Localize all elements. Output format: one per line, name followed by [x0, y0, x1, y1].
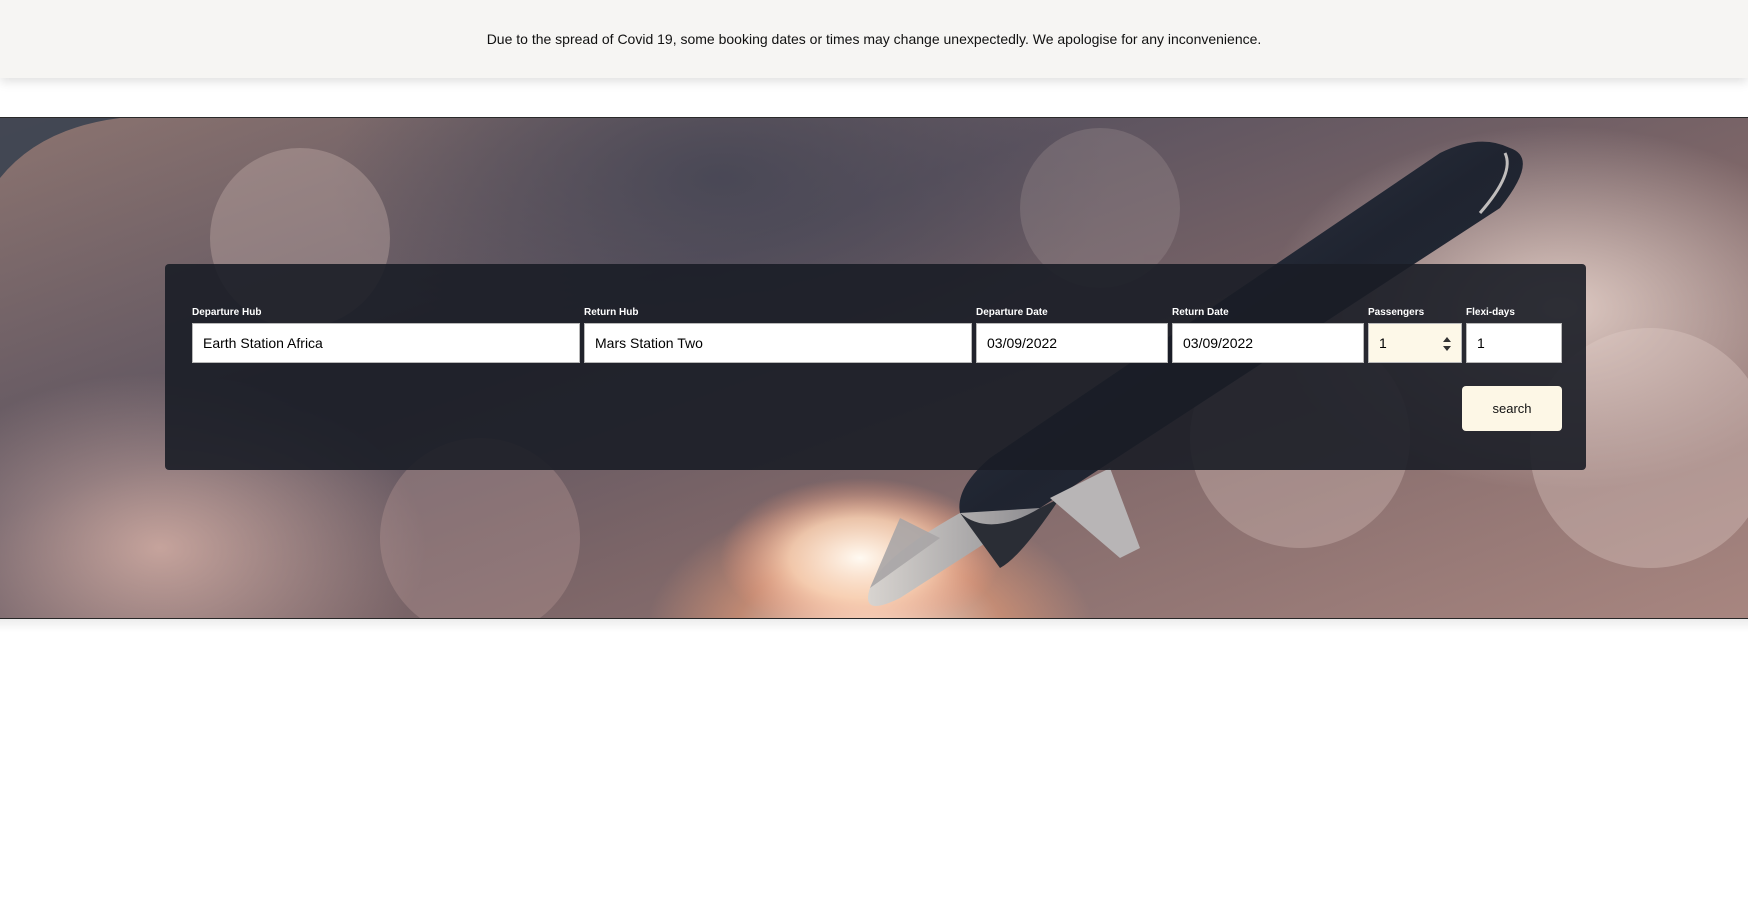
return-hub-label: Return Hub	[584, 307, 639, 318]
departure-date-field: Departure Date 03/09/2022	[976, 306, 1168, 363]
passengers-field: Passengers 1	[1368, 306, 1462, 363]
return-date-field: Return Date 03/09/2022	[1172, 306, 1364, 363]
flexi-days-label: Flexi-days	[1466, 307, 1515, 318]
stepper-down-icon[interactable]	[1442, 346, 1451, 351]
departure-date-value: 03/09/2022	[987, 335, 1058, 351]
booking-search-panel: Departure Hub Earth Station Africa Retur…	[165, 264, 1586, 470]
passengers-value: 1	[1379, 335, 1387, 351]
departure-hub-value: Earth Station Africa	[203, 335, 323, 351]
return-hub-field: Return Hub Mars Station Two	[584, 306, 972, 363]
passengers-stepper-icon[interactable]	[1442, 337, 1451, 351]
return-date-label: Return Date	[1172, 307, 1229, 318]
departure-date-input[interactable]: 03/09/2022	[976, 323, 1168, 363]
passengers-label: Passengers	[1368, 307, 1425, 318]
departure-hub-input[interactable]: Earth Station Africa	[192, 323, 580, 363]
passengers-input[interactable]: 1	[1368, 323, 1462, 363]
departure-date-label: Departure Date	[976, 307, 1048, 318]
flexi-days-field: Flexi-days 1	[1466, 306, 1562, 363]
return-date-value: 03/09/2022	[1183, 335, 1254, 351]
departure-hub-label: Departure Hub	[192, 307, 262, 318]
search-button[interactable]: search	[1462, 386, 1562, 431]
return-date-input[interactable]: 03/09/2022	[1172, 323, 1364, 363]
flexi-days-value: 1	[1477, 335, 1485, 351]
flexi-days-input[interactable]: 1	[1466, 323, 1562, 363]
hero-shadow	[0, 618, 1748, 632]
covid-notice-banner: Due to the spread of Covid 19, some book…	[0, 0, 1748, 78]
return-hub-input[interactable]: Mars Station Two	[584, 323, 972, 363]
return-hub-value: Mars Station Two	[595, 335, 703, 351]
stepper-up-icon[interactable]	[1442, 337, 1451, 342]
departure-hub-field: Departure Hub Earth Station Africa	[192, 306, 580, 363]
covid-notice-text: Due to the spread of Covid 19, some book…	[486, 31, 1262, 47]
